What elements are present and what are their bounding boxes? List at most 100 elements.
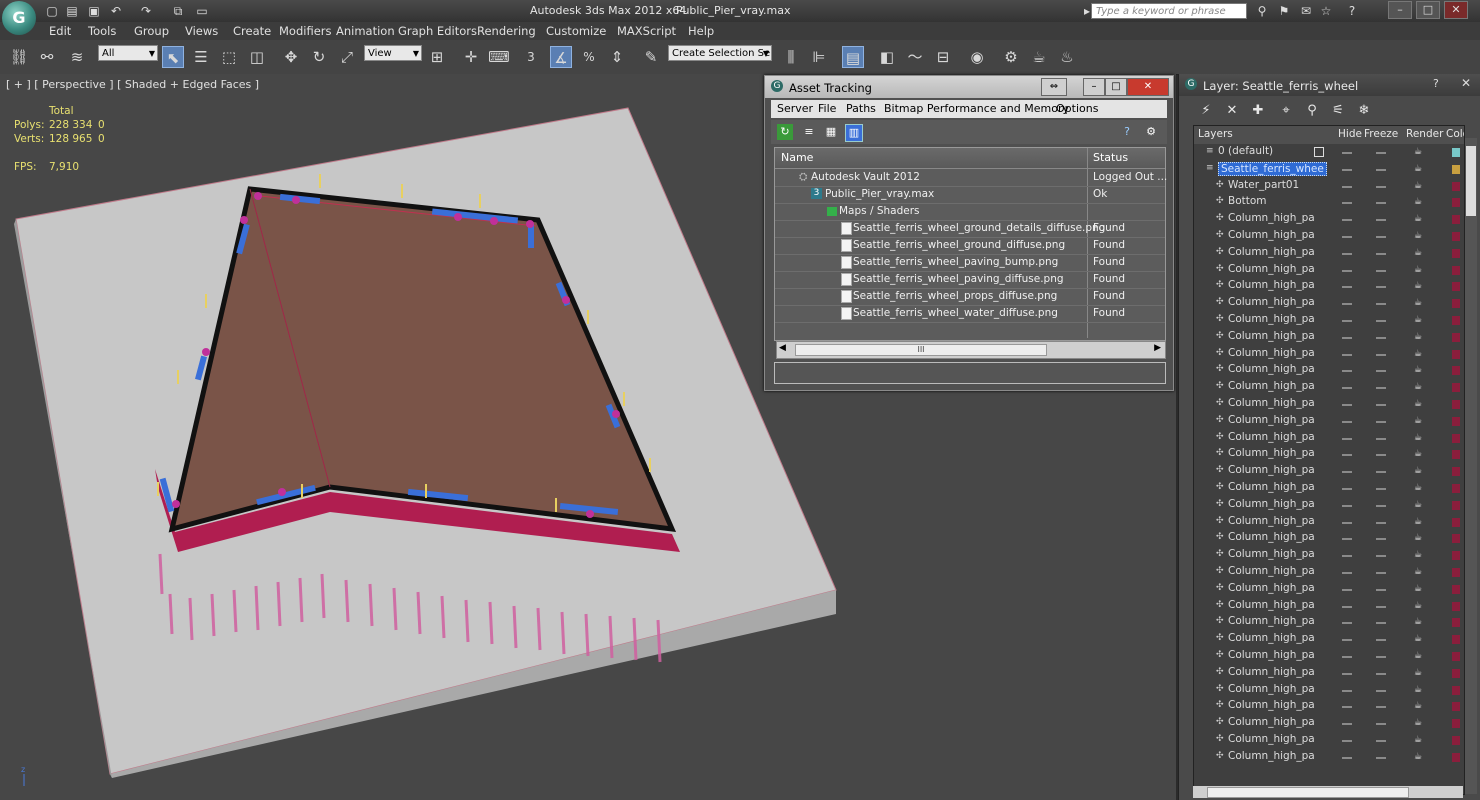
render-teapot-icon[interactable]: ☕ <box>1414 568 1424 577</box>
freeze-toggle[interactable] <box>1376 689 1386 692</box>
highlight-selected-icon[interactable]: ⚲ <box>1303 102 1321 120</box>
horizontal-scrollbar[interactable]: ◀ III ▶ <box>776 341 1166 359</box>
freeze-toggle[interactable] <box>1376 286 1386 289</box>
column-header-hide[interactable]: Hide <box>1338 128 1362 140</box>
freeze-toggle[interactable] <box>1376 605 1386 608</box>
close-button[interactable]: ✕ <box>1444 1 1468 19</box>
layer-color-swatch[interactable] <box>1452 635 1460 645</box>
layer-object-row[interactable]: ✣ Column_high_pa ☕ <box>1194 329 1464 346</box>
layer-manager-icon[interactable]: ▤ <box>842 46 864 68</box>
freeze-toggle[interactable] <box>1376 656 1386 658</box>
layer-object-row[interactable]: ✣ Column_high_pa ☕ <box>1194 211 1464 228</box>
render-teapot-icon[interactable]: ☕ <box>1414 316 1424 325</box>
freeze-toggle[interactable] <box>1376 588 1386 591</box>
selection-filter-dropdown[interactable]: All ▼ <box>98 45 158 61</box>
menu-graph-editors[interactable]: Graph Editors <box>398 24 477 38</box>
menu-views[interactable]: Views <box>185 24 218 38</box>
freeze-toggle[interactable] <box>1376 538 1386 541</box>
scroll-left-icon[interactable]: ◀ <box>779 343 786 353</box>
hide-toggle[interactable] <box>1342 572 1352 574</box>
render-teapot-icon[interactable]: ☕ <box>1414 282 1424 291</box>
layer-color-swatch[interactable] <box>1452 400 1460 409</box>
help-icon[interactable]: ? <box>1344 3 1360 19</box>
communication-icon[interactable]: ✉ <box>1298 3 1314 19</box>
hide-toggle[interactable] <box>1342 404 1352 406</box>
layer-color-swatch[interactable] <box>1452 366 1460 376</box>
material-editor-icon[interactable]: ◉ <box>966 46 988 68</box>
render-teapot-icon[interactable]: ☕ <box>1414 584 1424 593</box>
render-teapot-icon[interactable]: ☕ <box>1414 450 1424 459</box>
layer-object-row[interactable]: ✣ Column_high_pa ☕ <box>1194 430 1464 447</box>
asset-menu-options[interactable]: Options <box>1056 102 1098 115</box>
table-view-icon[interactable]: ▥ <box>845 124 863 142</box>
layer-object-row[interactable]: ✣ Bottom ☕ <box>1194 194 1464 211</box>
layer-object-row[interactable]: ✣ Column_high_pa ☕ <box>1194 245 1464 262</box>
scroll-thumb[interactable] <box>1466 146 1476 216</box>
menu-maxscript[interactable]: MAXScript <box>617 24 676 38</box>
layer-color-swatch[interactable] <box>1452 316 1460 325</box>
bind-space-warp-icon[interactable]: ≋ <box>66 46 88 68</box>
dock-toggle-icon[interactable]: ⇔ <box>1041 78 1067 96</box>
hide-toggle[interactable] <box>1342 756 1352 759</box>
table-row[interactable]: Seattle_ferris_wheel_paving_bump.png Fou… <box>775 254 1165 272</box>
layer-color-swatch[interactable] <box>1452 517 1460 527</box>
render-teapot-icon[interactable]: ☕ <box>1414 601 1424 610</box>
column-header-name[interactable]: Name <box>781 151 813 164</box>
layer-object-row[interactable]: ✣ Column_high_pa ☕ <box>1194 228 1464 245</box>
layer-object-row[interactable]: ✣ Column_high_pa ☕ <box>1194 598 1464 615</box>
hide-toggle[interactable] <box>1342 471 1352 474</box>
layer-row[interactable]: ≡ 0 (default) ☕ <box>1194 144 1464 161</box>
spinner-snap-icon[interactable]: ⇕ <box>606 46 628 68</box>
hide-toggle[interactable] <box>1342 672 1352 675</box>
hide-toggle[interactable] <box>1342 538 1352 541</box>
render-teapot-icon[interactable]: ☕ <box>1414 685 1424 694</box>
hide-toggle[interactable] <box>1342 622 1352 625</box>
keyboard-shortcut-icon[interactable]: ⌨ <box>488 46 510 68</box>
layer-object-row[interactable]: ✣ Column_high_pa ☕ <box>1194 749 1464 766</box>
asset-menu-server[interactable]: Server <box>777 102 813 115</box>
layer-object-row[interactable]: ✣ Column_high_pa ☕ <box>1194 413 1464 430</box>
layer-object-row[interactable]: ✣ Column_high_pa ☕ <box>1194 463 1464 480</box>
freeze-toggle[interactable] <box>1376 672 1386 675</box>
delete-layer-icon[interactable]: ✕ <box>1223 102 1241 120</box>
rendered-frame-window-icon[interactable]: ☕ <box>1028 46 1050 68</box>
snaps-toggle[interactable]: 3 <box>520 46 542 68</box>
layer-color-swatch[interactable] <box>1452 668 1460 678</box>
curve-editor-icon[interactable]: 〜 <box>904 46 926 68</box>
column-header-status[interactable]: Status <box>1093 151 1128 164</box>
layer-color-swatch[interactable] <box>1452 299 1460 309</box>
layer-color-swatch[interactable] <box>1452 500 1460 510</box>
render-teapot-icon[interactable]: ☕ <box>1414 215 1424 224</box>
rectangular-selection-icon[interactable]: ⬚ <box>218 46 240 68</box>
scroll-right-icon[interactable]: ▶ <box>1154 343 1161 353</box>
viewport-label[interactable]: [ + ] [ Perspective ] [ Shaded + Edged F… <box>6 78 259 91</box>
render-teapot-icon[interactable]: ☕ <box>1414 551 1424 560</box>
select-objects-in-layer-icon[interactable]: ⌖ <box>1277 102 1295 120</box>
menu-tools[interactable]: Tools <box>88 24 116 38</box>
layer-color-swatch[interactable] <box>1452 248 1460 258</box>
hide-all-layers-icon[interactable]: ⚟ <box>1329 102 1347 120</box>
binoculars-icon[interactable]: ⚲ <box>1254 3 1270 19</box>
menu-create[interactable]: Create <box>233 24 271 38</box>
freeze-all-layers-icon[interactable]: ❄ <box>1355 102 1373 120</box>
render-teapot-icon[interactable]: ☕ <box>1414 719 1424 728</box>
freeze-toggle[interactable] <box>1376 454 1386 457</box>
render-teapot-icon[interactable]: ☕ <box>1414 366 1424 375</box>
menu-modifiers[interactable]: Modifiers <box>279 24 332 38</box>
freeze-toggle[interactable] <box>1376 706 1386 709</box>
layer-object-row[interactable]: ✣ Column_high_pa ☕ <box>1194 665 1464 682</box>
unlink-selection-icon[interactable]: ⚯ <box>36 46 58 68</box>
layer-object-row[interactable]: ✣ Column_high_pa ☕ <box>1194 715 1464 732</box>
render-teapot-icon[interactable]: ☕ <box>1414 332 1424 341</box>
hide-toggle[interactable] <box>1342 723 1352 726</box>
subscription-icon[interactable]: ⚑ <box>1276 3 1292 19</box>
menu-animation[interactable]: Animation <box>336 24 395 38</box>
render-teapot-icon[interactable]: ☕ <box>1414 652 1424 661</box>
render-teapot-icon[interactable]: ☕ <box>1414 517 1424 526</box>
menu-customize[interactable]: Customize <box>546 24 606 38</box>
layer-color-swatch[interactable] <box>1452 332 1460 342</box>
freeze-toggle[interactable] <box>1376 219 1386 222</box>
open-file-icon[interactable]: ▤ <box>64 3 80 19</box>
layer-object-row[interactable]: ✣ Column_high_pa ☕ <box>1194 547 1464 564</box>
freeze-toggle[interactable] <box>1376 168 1386 171</box>
